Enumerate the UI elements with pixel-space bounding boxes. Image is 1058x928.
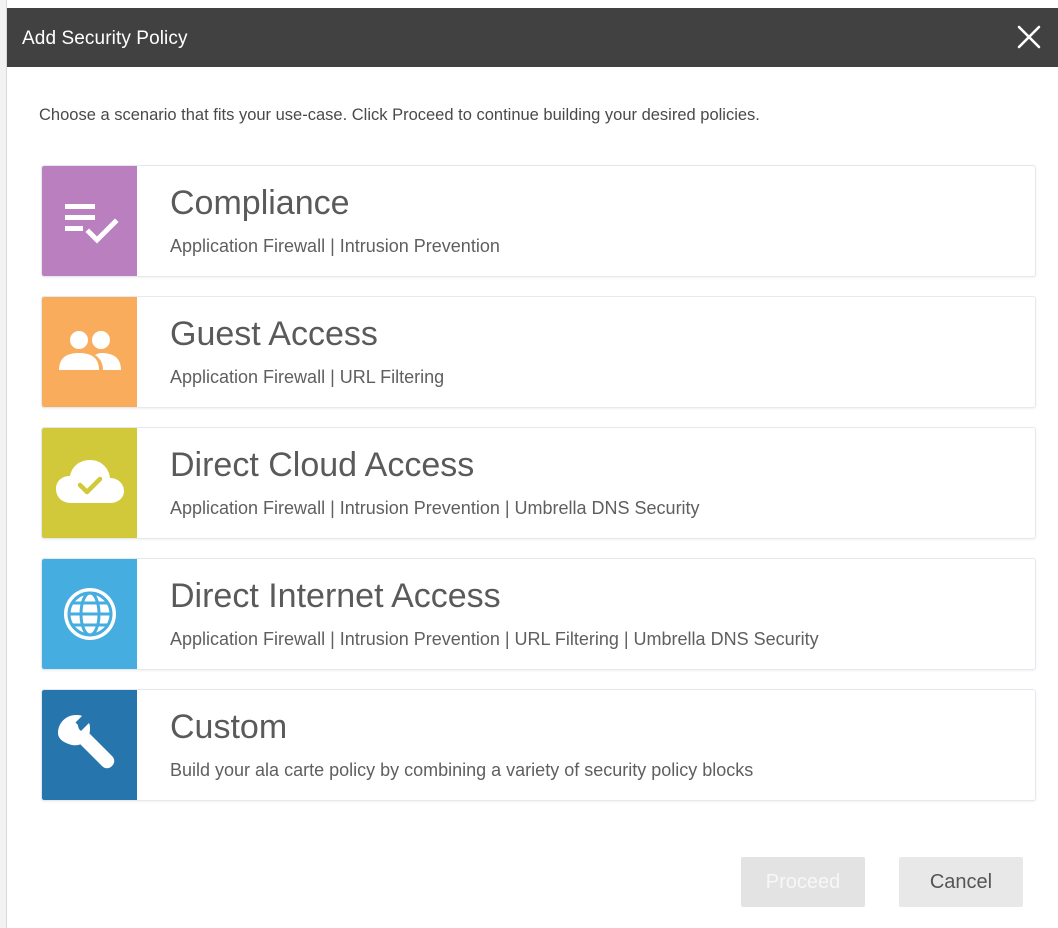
wrench-icon <box>57 715 114 769</box>
people-icon <box>58 331 121 370</box>
dialog-title: Add Security Policy <box>22 28 188 49</box>
scenario-icon-tile <box>42 297 137 407</box>
scenario-icon-tile <box>42 166 137 276</box>
scenario-card-compliance[interactable]: Compliance Application Firewall | Intrus… <box>41 165 1036 277</box>
scenario-description: Build your ala carte policy by combining… <box>170 760 754 780</box>
scenario-card-custom[interactable]: Custom Build your ala carte policy by co… <box>41 689 1036 801</box>
proceed-button[interactable]: Proceed <box>741 857 865 907</box>
scenario-icon-tile <box>42 428 137 538</box>
cloud-check-icon <box>55 460 124 503</box>
add-security-policy-dialog: Add Security Policy Choose a scenario th… <box>7 8 1058 928</box>
intro-text: Choose a scenario that fits your use-cas… <box>39 106 760 124</box>
scenario-icon-tile <box>42 690 137 800</box>
cancel-button[interactable]: Cancel <box>899 857 1023 907</box>
scenario-description: Application Firewall | URL Filtering <box>170 367 445 387</box>
background-window-edge <box>0 0 7 928</box>
scenario-title: Guest Access <box>170 315 378 353</box>
close-icon <box>1017 25 1041 49</box>
scenario-title: Compliance <box>170 184 350 222</box>
scenario-title: Custom <box>170 708 288 746</box>
close-button[interactable] <box>1014 22 1044 52</box>
scenario-icon-tile <box>42 559 137 669</box>
scenario-title: Direct Cloud Access <box>170 446 475 484</box>
scenario-description: Application Firewall | Intrusion Prevent… <box>170 629 819 649</box>
globe-icon <box>63 588 116 640</box>
scenario-description: Application Firewall | Intrusion Prevent… <box>170 498 700 518</box>
dialog-titlebar: Add Security Policy <box>7 8 1058 67</box>
scenario-card-direct-internet-access[interactable]: Direct Internet Access Application Firew… <box>41 558 1036 670</box>
scenario-card-guest-access[interactable]: Guest Access Application Firewall | URL … <box>41 296 1036 408</box>
scenario-card-direct-cloud-access[interactable]: Direct Cloud Access Application Firewall… <box>41 427 1036 539</box>
checklist-icon <box>64 204 119 244</box>
scenario-title: Direct Internet Access <box>170 577 501 615</box>
scenario-description: Application Firewall | Intrusion Prevent… <box>170 236 500 256</box>
